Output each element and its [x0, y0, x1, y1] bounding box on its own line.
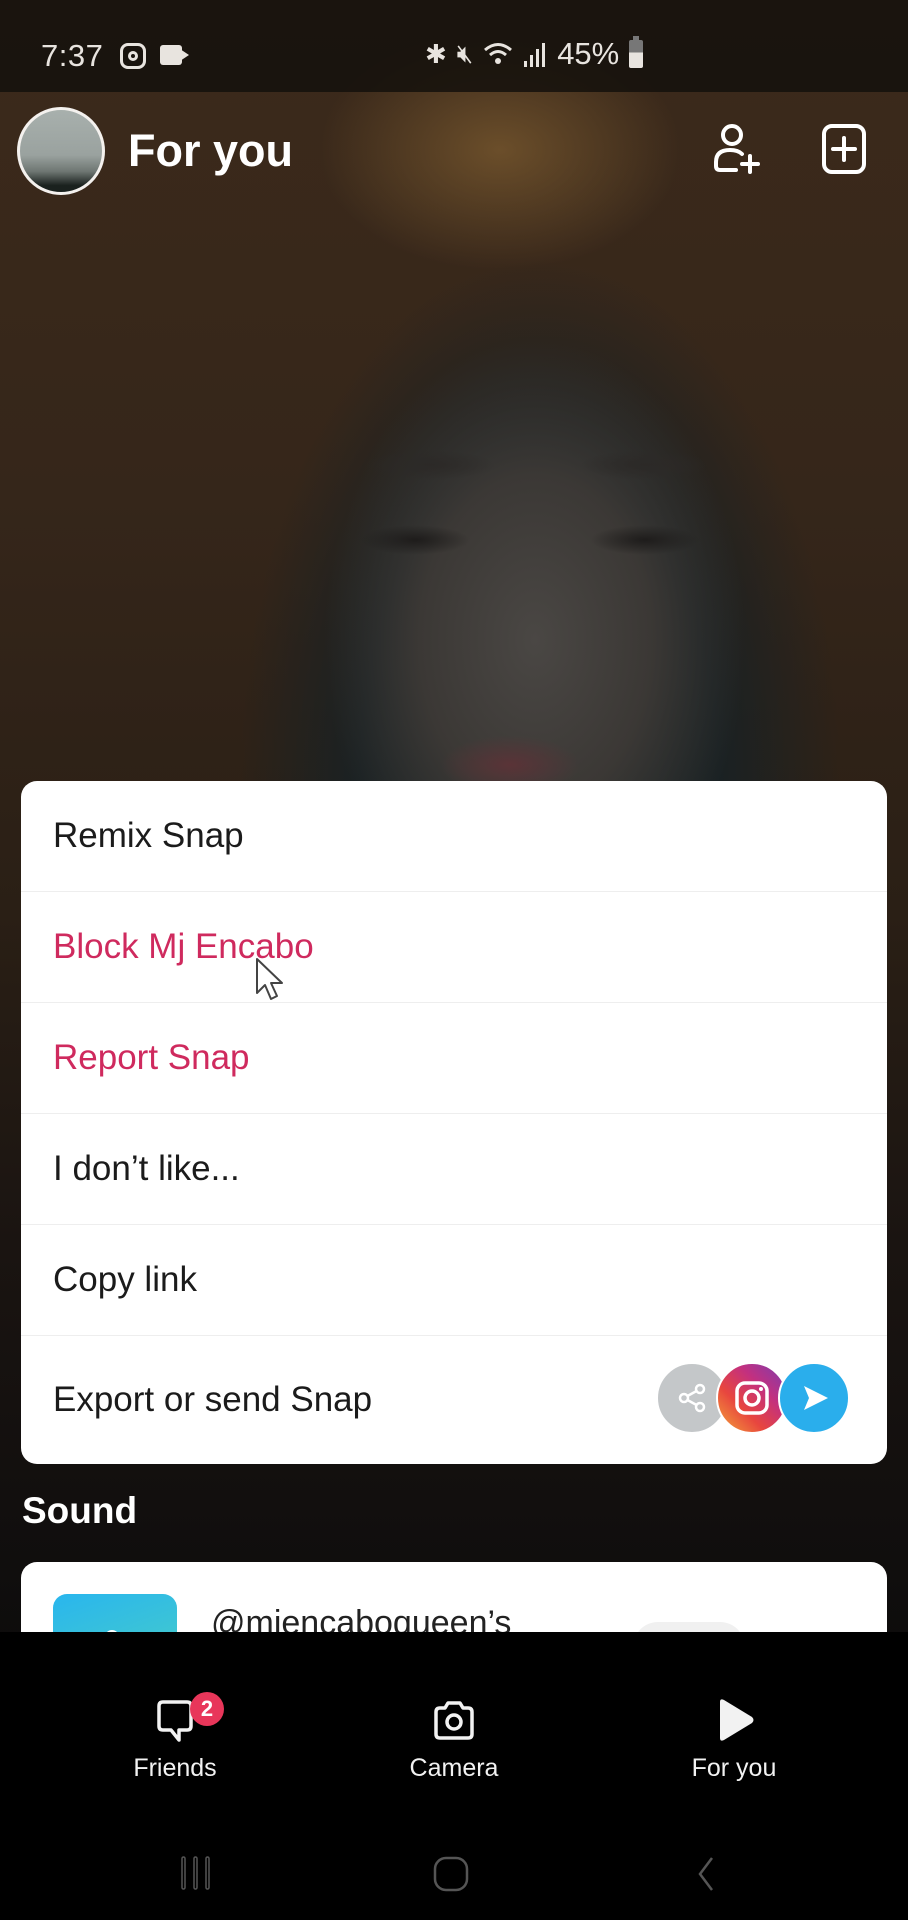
instagram-notification-icon — [120, 43, 146, 69]
menu-item-dont-like[interactable]: I don’t like... — [21, 1114, 887, 1225]
menu-item-remix-snap[interactable]: Remix Snap — [21, 781, 887, 892]
profile-avatar[interactable] — [17, 107, 105, 195]
status-bar: 7:37 ✱ 🔇︎ 45% — [0, 0, 908, 92]
tab-for-you[interactable]: For you — [634, 1696, 834, 1783]
menu-item-label: I don’t like... — [53, 1149, 240, 1188]
menu-item-label: Block Mj Encabo — [53, 927, 314, 966]
tab-camera[interactable]: Camera — [354, 1696, 554, 1783]
menu-item-copy-link[interactable]: Copy link — [21, 1225, 887, 1336]
tab-label: Friends — [133, 1754, 217, 1782]
share-targets — [656, 1362, 852, 1434]
vibrate-mute-icon: 🔇︎ — [456, 38, 474, 68]
menu-item-export-send[interactable]: Export or send Snap — [21, 1336, 887, 1464]
battery-percent: 45% — [557, 36, 620, 71]
menu-item-report-snap[interactable]: Report Snap — [21, 1003, 887, 1114]
signal-icon — [524, 43, 546, 67]
snap-options-menu: Remix Snap Block Mj Encabo Report Snap I… — [21, 781, 887, 1464]
add-friend-button[interactable] — [712, 122, 764, 176]
system-navigation-bar — [0, 1800, 908, 1920]
recent-apps-icon[interactable] — [178, 1855, 214, 1891]
add-friend-icon — [714, 124, 760, 174]
bluetooth-icon: ✱ — [425, 38, 447, 69]
instagram-icon — [735, 1381, 769, 1415]
sound-section-title: Sound — [22, 1490, 138, 1531]
send-icon — [804, 1386, 828, 1410]
bottom-navigation: 2 Friends Camera For you — [0, 1632, 908, 1800]
camera-icon — [434, 1701, 474, 1740]
photo-detail — [360, 525, 470, 555]
home-icon[interactable] — [432, 1855, 470, 1893]
menu-item-block-user[interactable]: Block Mj Encabo — [21, 892, 887, 1003]
photo-detail — [590, 525, 700, 555]
send-to-button[interactable] — [778, 1362, 850, 1434]
tab-friends[interactable]: 2 Friends — [75, 1692, 275, 1783]
back-icon[interactable] — [692, 1855, 720, 1893]
menu-item-label: Report Snap — [53, 1038, 250, 1077]
new-story-button[interactable] — [822, 124, 866, 174]
photo-detail — [365, 450, 495, 480]
page-title: For you — [128, 125, 293, 176]
menu-item-label: Export or send Snap — [53, 1380, 373, 1419]
video-camera-icon — [160, 45, 182, 65]
friends-unread-badge: 2 — [190, 1692, 224, 1726]
status-time: 7:37 — [41, 38, 104, 73]
photo-detail — [580, 450, 710, 480]
play-icon — [720, 1699, 754, 1741]
status-system-icons: ✱ 🔇︎ 45% — [425, 36, 644, 72]
menu-item-label: Copy link — [53, 1260, 197, 1299]
share-icon — [678, 1383, 706, 1413]
tab-label: Camera — [409, 1754, 499, 1782]
tab-label: For you — [691, 1754, 777, 1782]
battery-icon — [629, 36, 644, 68]
plus-square-icon — [822, 124, 866, 174]
wifi-icon — [484, 43, 513, 64]
menu-item-label: Remix Snap — [53, 816, 244, 855]
